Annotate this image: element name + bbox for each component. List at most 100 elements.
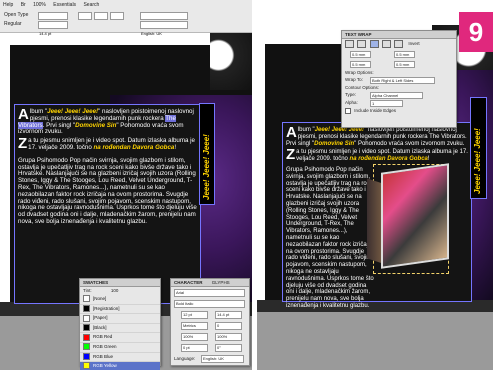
contour-type-select[interactable]: Alpha Channel [370,92,423,99]
font-style-input[interactable]: Bold Italic [174,300,245,308]
left-screenshot: Help Br 100% Essentials Search Open Type… [0,0,252,370]
swatch-item[interactable]: [Registration] [80,304,160,315]
swatch-label: RGB Red [93,334,113,340]
no-wrap-icon[interactable] [345,39,354,48]
control-panel: Help Br 100% Essentials Search Open Type… [0,0,252,36]
body-paragraph: Grupa Psihomodo Pop način svirnja, svoji… [286,166,374,309]
text-wrap-title[interactable]: TEXT WRAP [342,31,456,39]
article-text-frame[interactable]: Album "Jeee! Jeee! Jeee!" naslovljen poi… [14,104,201,304]
swatch-list: [None] [Registration] [Paper] [Black] RGB Re… [80,295,160,370]
font-style-label: Open Type [4,12,29,18]
character-panel[interactable]: CHARACTER GLYPHS Arial Bold Italic 12 pt… [170,278,250,366]
language-row: Language: English: UK [171,353,249,364]
glyphs-tab[interactable]: GLYPHS [212,280,230,285]
text-wrap-panel[interactable]: TEXT WRAP Invert 0.5 mm 0.5 mm 0.5 mm 0.… [341,30,457,128]
swatch-chip [83,295,90,303]
vertical-headline: Jeee! Jeee! Jeee! [473,128,482,194]
workspace-menu[interactable]: Essentials [53,2,76,8]
swatches-title[interactable]: SWATCHES [80,279,160,287]
swatch-item[interactable]: [Paper] [80,314,160,324]
jump-object-icon[interactable] [381,39,391,48]
wrap-to-row: Wrap To: Both Right & Left Sides [342,76,456,84]
swatch-label: [Registration] [93,305,120,311]
top-offset-input[interactable]: 0.5 mm [350,51,371,58]
wrap-mode-row: Invert [342,39,456,49]
tracking-input[interactable]: 0 [215,322,242,330]
dropcap-z: Z [18,135,28,153]
swatch-label: [None] [93,296,107,301]
step-number-badge: 9 [459,12,493,52]
kerning-input[interactable]: Metrics [181,322,208,330]
style-row: Bold Italic [171,298,249,309]
align-center-button[interactable] [94,12,108,20]
baseline-input[interactable]: 0 pt [181,344,208,352]
vertical-headline: Jeee! Jeee! Jeee! [202,134,211,200]
font-weight-label: Regular [4,21,22,27]
include-edges-row: Include Inside Edges [342,107,456,115]
album-cover-image[interactable] [381,163,449,269]
horizontal-scale-input[interactable]: 100% [215,333,242,341]
align-right-button[interactable] [110,12,124,20]
menu-bar: Help Br 100% Essentials Search [3,2,105,8]
alpha-select[interactable]: 1 [370,100,403,107]
swatch-chip [83,362,90,370]
character-title[interactable]: CHARACTER GLYPHS [171,279,249,287]
swatch-item[interactable]: RGB Yellow [80,362,160,370]
invert-checkbox[interactable]: Invert [408,41,419,46]
font-family-field[interactable]: Arial [140,12,188,27]
language-select[interactable]: English: UK [201,355,244,363]
wrap-options-label: Wrap Options: [345,70,374,75]
swatch-label: [Paper] [93,315,108,321]
font-family-input[interactable]: Arial [174,289,245,297]
offset-row-1: 0.5 mm 0.5 mm [342,49,456,59]
contour-options-label: Contour Options: [345,85,380,90]
wrap-bounding-box-icon[interactable] [357,39,367,48]
vertical-scale-input[interactable]: 100% [181,333,208,341]
swatch-chip [83,304,90,312]
jump-next-column-icon[interactable] [394,39,404,48]
skew-input[interactable]: 0° [215,344,242,352]
swatch-item[interactable]: [Black] [80,324,160,334]
swatch-item[interactable]: RGB Blue [80,352,160,363]
font-row: Arial [171,287,249,298]
intro-paragraph: Album "Jeee! Jeee! Jeee!" naslovljen poi… [286,124,467,147]
search-box[interactable]: Search [83,2,99,8]
size-row: 12 pt 14.4 pt [171,309,249,320]
menu-help[interactable]: Help [3,2,13,8]
align-left-button[interactable] [78,12,92,20]
swatch-label: [Black] [93,324,107,330]
left-offset-input[interactable]: 0.5 mm [394,51,415,58]
leading-field[interactable]: 14.4 pt [38,21,68,36]
swatches-panel[interactable]: SWATCHES Tint: 100 [None] [Registration][… [79,278,161,370]
include-edges-checkbox[interactable] [345,107,351,114]
swatch-chip [83,343,90,351]
swatch-chip [83,324,90,332]
swatch-item[interactable]: [None] [80,295,160,305]
offset-row-2: 0.5 mm 0.5 mm [342,59,456,69]
zoom-level[interactable]: 100% [33,2,46,8]
menu-bridge[interactable]: Br [21,2,26,8]
tint-row: Tint: 100 [83,288,119,293]
right-offset-input[interactable]: 0.5 mm [394,61,415,68]
tint-value[interactable]: 100 [111,288,119,293]
swatch-chip [83,352,90,360]
vertical-headline-frame[interactable]: Jeee! Jeee! Jeee! [199,103,215,205]
font-size-field[interactable]: 12 pt [38,12,68,27]
font-size-input[interactable]: 12 pt [181,311,208,319]
swatch-label: RGB Yellow [93,363,117,369]
bottom-offset-input[interactable]: 0.5 mm [350,61,371,68]
right-screenshot: Album "Jeee! Jeee! Jeee!" naslovljen poi… [257,0,493,370]
swatch-label: RGB Blue [93,353,114,359]
body-paragraph: Grupa Psihomodo Pop način svirnja, svoji… [18,156,197,225]
swatch-item[interactable]: RGB Green [80,343,160,353]
vertical-headline-frame[interactable]: Jeee! Jeee! Jeee! [470,97,487,199]
type-row: Type: Alpha Channel [342,91,456,99]
wrap-object-shape-icon[interactable] [369,39,379,48]
alpha-row: Alpha: 1 [342,99,456,107]
scale-row: 100% 100% [171,331,249,342]
wrap-to-select[interactable]: Both Right & Left Sides [370,77,435,84]
leading-input[interactable]: 14.4 pt [215,311,242,319]
language-field[interactable]: English: UK [140,21,188,36]
gray-pasteboard [257,312,493,370]
swatch-item[interactable]: RGB Red [80,333,160,343]
